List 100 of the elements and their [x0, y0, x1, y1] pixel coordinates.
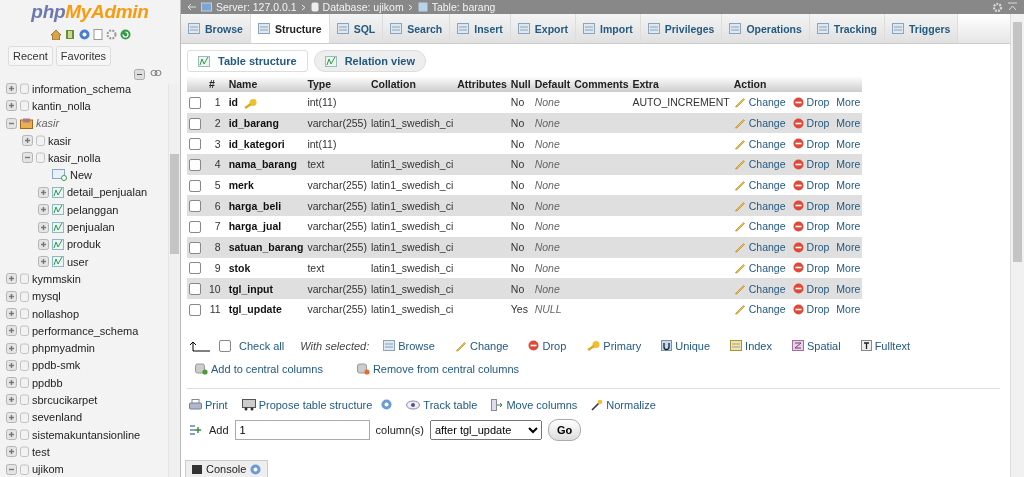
tree-item[interactable]: kasir_nolla	[48, 151, 101, 164]
tab[interactable]: Insert	[450, 14, 511, 43]
sidebar-tab[interactable]: Favorites	[55, 46, 112, 66]
change-link[interactable]: Change	[733, 261, 786, 274]
drop-link[interactable]: Drop	[792, 179, 830, 192]
row-checkbox[interactable]	[189, 303, 201, 316]
change-link[interactable]: Change	[733, 179, 786, 192]
more-link[interactable]: More	[836, 261, 861, 274]
expand-icon[interactable]	[6, 290, 17, 302]
bulk-action-link[interactable]: Fulltext	[860, 339, 911, 352]
drop-link[interactable]: Drop	[792, 220, 830, 233]
expand-icon[interactable]	[6, 83, 17, 95]
subtab[interactable]: Relation view	[313, 50, 426, 72]
help-icon[interactable]	[78, 29, 90, 40]
tree-item[interactable]: phpmyadmin	[32, 342, 95, 355]
more-link[interactable]: More	[836, 137, 861, 150]
row-checkbox[interactable]	[189, 221, 201, 234]
collapse-icon[interactable]	[6, 463, 17, 475]
expand-icon[interactable]	[38, 221, 49, 233]
row-checkbox[interactable]	[189, 96, 201, 109]
central-columns-link[interactable]: Add to central columns	[195, 362, 323, 375]
more-link[interactable]: More	[836, 241, 861, 254]
drop-link[interactable]: Drop	[792, 117, 830, 130]
collapse-icon[interactable]	[134, 69, 145, 80]
row-checkbox[interactable]	[189, 117, 201, 130]
back-arrow-icon[interactable]	[187, 3, 197, 11]
tab[interactable]: Browse	[181, 14, 251, 43]
expand-icon[interactable]	[22, 135, 33, 147]
drop-link[interactable]: Drop	[792, 241, 830, 254]
tree-item[interactable]: kasir	[36, 117, 60, 130]
bulk-action-link[interactable]: Drop	[528, 339, 567, 352]
drop-link[interactable]: Drop	[792, 282, 830, 295]
more-link[interactable]: More	[836, 158, 861, 171]
tab[interactable]: Search	[383, 14, 451, 43]
tree-item[interactable]: penjualan	[67, 221, 115, 233]
tree-item[interactable]: sistemakuntansionline	[32, 428, 141, 441]
bulk-action-link[interactable]: Index	[730, 339, 772, 352]
tree-item[interactable]: pelanggan	[67, 203, 119, 216]
drop-link[interactable]: Drop	[792, 137, 830, 150]
document-icon[interactable]	[92, 29, 103, 40]
change-link[interactable]: Change	[733, 282, 786, 295]
tool-link[interactable]: Move columns	[491, 398, 578, 411]
scrollbar[interactable]	[168, 84, 180, 477]
collapse-icon[interactable]	[6, 117, 17, 129]
tab[interactable]: Triggers	[885, 14, 959, 43]
tree-item[interactable]: performance_schema	[32, 324, 139, 337]
help-icon[interactable]	[250, 463, 262, 475]
row-checkbox[interactable]	[189, 179, 201, 192]
scrollbar[interactable]	[1010, 14, 1024, 477]
change-link[interactable]: Change	[733, 220, 786, 233]
help-icon[interactable]	[381, 399, 393, 411]
row-checkbox[interactable]	[189, 138, 201, 151]
tree-item[interactable]: detail_penjualan	[67, 186, 148, 199]
tree-item[interactable]: ppdbb	[32, 376, 63, 389]
bulk-action-link[interactable]: Change	[454, 339, 509, 352]
change-link[interactable]: Change	[733, 199, 786, 212]
more-link[interactable]: More	[836, 303, 861, 316]
drop-link[interactable]: Drop	[792, 303, 830, 316]
expand-icon[interactable]	[6, 325, 17, 337]
tab[interactable]: Operations	[722, 14, 810, 43]
bulk-action-link[interactable]: Spatial	[792, 339, 841, 352]
tree-item[interactable]: produk	[67, 238, 101, 251]
expand-icon[interactable]	[6, 308, 17, 319]
go-button[interactable]: Go	[547, 418, 582, 441]
bulk-action-link[interactable]: Primary	[586, 339, 642, 352]
more-link[interactable]: More	[836, 199, 861, 212]
bulk-action-link[interactable]: Browse	[383, 339, 435, 352]
drop-link[interactable]: Drop	[792, 96, 830, 109]
expand-icon[interactable]	[6, 446, 17, 458]
change-link[interactable]: Change	[733, 241, 786, 254]
subtab[interactable]: Table structure	[187, 50, 308, 72]
tab[interactable]: Tracking	[809, 14, 886, 43]
tree-item[interactable]: mysql	[32, 290, 61, 303]
tool-link[interactable]: Print	[189, 398, 228, 411]
more-link[interactable]: More	[836, 282, 861, 295]
tree-item[interactable]: kymmskin	[32, 272, 81, 285]
drop-link[interactable]: Drop	[792, 199, 830, 212]
expand-icon[interactable]	[6, 342, 17, 354]
console-tab[interactable]: Console	[185, 460, 269, 477]
tree-item[interactable]: nollashop	[32, 307, 80, 320]
more-link[interactable]: More	[836, 220, 861, 233]
home-icon[interactable]	[49, 29, 62, 40]
change-link[interactable]: Change	[733, 158, 786, 171]
tree-item[interactable]: kasir	[48, 134, 72, 147]
drop-link[interactable]: Drop	[792, 158, 830, 171]
row-checkbox[interactable]	[189, 241, 201, 254]
tree-item[interactable]: ppdb-smk	[32, 359, 81, 372]
expand-icon[interactable]	[6, 273, 17, 285]
check-all-checkbox[interactable]	[219, 339, 231, 352]
tree-item[interactable]: user	[67, 255, 89, 268]
central-columns-link[interactable]: Remove from central columns	[356, 362, 519, 375]
row-checkbox[interactable]	[189, 159, 201, 171]
tree-item[interactable]: kantin_nolla	[32, 99, 91, 112]
row-checkbox[interactable]	[189, 283, 201, 296]
expand-icon[interactable]	[6, 359, 17, 371]
tool-link[interactable]: Normalize	[591, 398, 656, 411]
expand-icon[interactable]	[38, 186, 49, 198]
tool-link[interactable]: Propose table structure	[241, 398, 393, 411]
tab[interactable]: SQL	[329, 14, 384, 43]
change-link[interactable]: Change	[733, 137, 786, 150]
